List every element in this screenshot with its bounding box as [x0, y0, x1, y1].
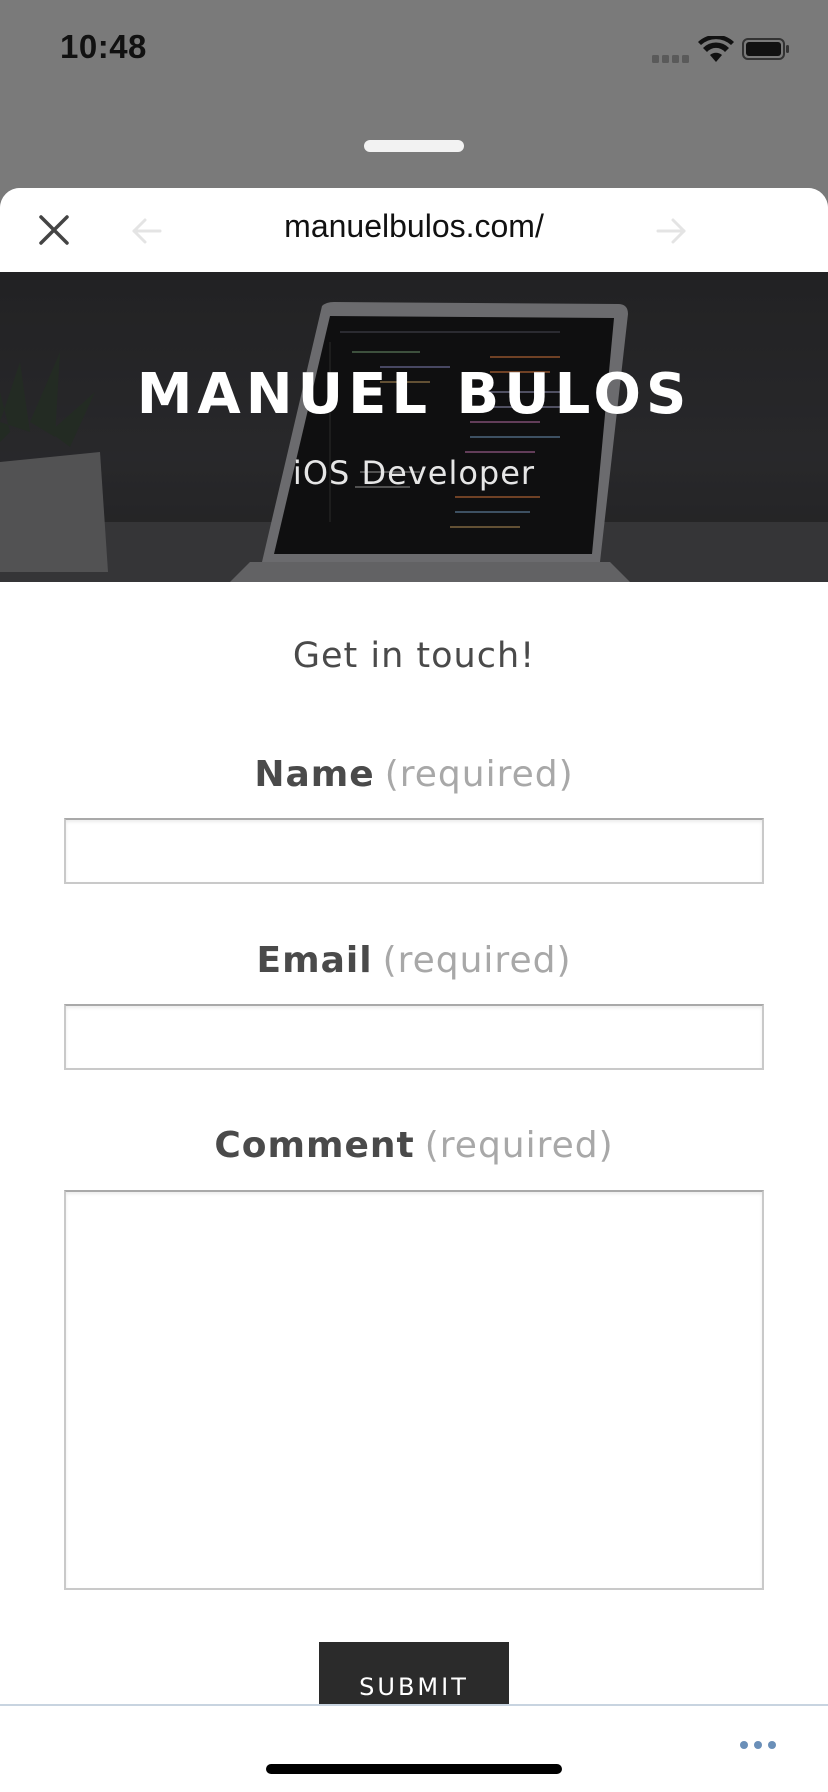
- browser-bottom-toolbar: [0, 1704, 828, 1792]
- url-label[interactable]: manuelbulos.com/: [200, 208, 628, 245]
- close-icon[interactable]: [36, 212, 72, 248]
- name-field-label: Name (required): [0, 754, 828, 795]
- hero-title: MANUEL BULOS: [136, 362, 692, 427]
- comment-field-label: Comment (required): [0, 1125, 828, 1166]
- home-indicator[interactable]: [266, 1764, 562, 1774]
- hero-laptop-photo: [0, 272, 828, 582]
- screen: 10:48 manuelbulos.com/ MANUEL BULOS iOS …: [0, 0, 828, 1792]
- name-input[interactable]: [64, 818, 764, 884]
- hero-banner: MANUEL BULOS iOS Developer: [0, 272, 828, 582]
- form-heading: Get in touch!: [292, 636, 536, 676]
- back-arrow-icon[interactable]: [130, 214, 164, 248]
- comment-required-text: (required): [424, 1125, 614, 1166]
- comment-label-text: Comment: [214, 1125, 415, 1166]
- name-label-text: Name: [254, 754, 375, 795]
- name-required-text: (required): [384, 754, 574, 795]
- forward-arrow-icon[interactable]: [654, 214, 688, 248]
- browser-nav-bar: manuelbulos.com/: [0, 188, 828, 272]
- wifi-icon: [698, 36, 734, 62]
- email-field-label: Email (required): [0, 940, 828, 981]
- sheet-grabber-handle[interactable]: [364, 140, 464, 152]
- comment-textarea[interactable]: [64, 1190, 764, 1590]
- status-time: 10:48: [60, 28, 147, 65]
- email-input[interactable]: [64, 1004, 764, 1070]
- hero-subtitle: iOS Developer: [292, 454, 536, 492]
- email-required-text: (required): [382, 940, 572, 981]
- email-label-text: Email: [256, 940, 373, 981]
- cellular-signal-icon: [652, 50, 692, 63]
- status-bar: 10:48: [0, 0, 828, 100]
- more-icon[interactable]: [740, 1736, 786, 1752]
- battery-icon: [742, 38, 789, 60]
